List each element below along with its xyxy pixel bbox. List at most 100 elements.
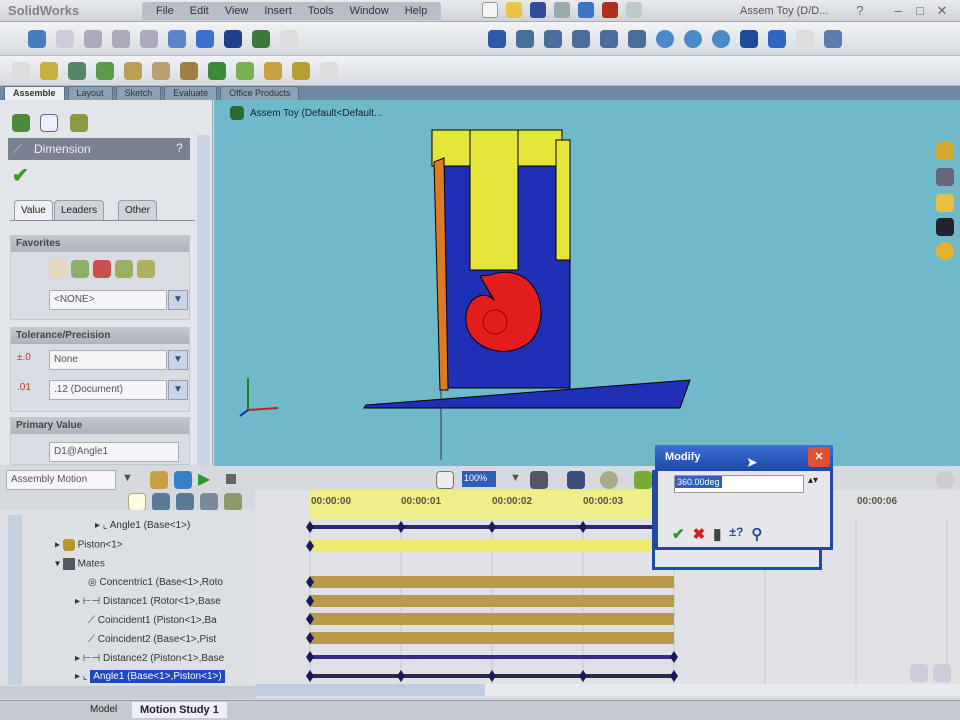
cancel-icon[interactable]: ✖ (693, 525, 706, 543)
chevron-down-icon[interactable]: ▼ (122, 472, 133, 484)
zoom-value-field[interactable]: 100% (462, 471, 496, 487)
tolerance-header[interactable]: Tolerance/Precision (11, 328, 189, 344)
property-manager-icon[interactable] (40, 114, 58, 132)
menu-tools[interactable]: Tools (300, 2, 342, 20)
rotate-icon[interactable] (168, 29, 186, 48)
select-icon[interactable] (28, 29, 46, 48)
view-edges-icon[interactable] (628, 29, 646, 48)
tree-item[interactable]: ▸ ⌞ Angle1 (Base<1>) (95, 520, 190, 531)
playback-speed-icon[interactable] (436, 471, 454, 489)
view-orientation-icon[interactable] (224, 29, 242, 48)
chevron-down-icon[interactable]: ▼ (168, 290, 188, 310)
tree-item[interactable]: ▸ ⊢⊣ Distance2 (Piston<1>,Base (75, 653, 224, 664)
search-icon[interactable] (796, 29, 814, 48)
tab-office-products[interactable]: Office Products (220, 86, 300, 100)
tab-leaders[interactable]: Leaders (54, 200, 105, 220)
smart-fasteners-icon[interactable] (180, 61, 198, 80)
menu-help[interactable]: Help (397, 2, 436, 20)
pm-help-icon[interactable]: ? (176, 141, 183, 155)
chevron-down-icon[interactable]: ▼ (168, 380, 188, 400)
rebuild-icon[interactable]: ▮ (713, 525, 721, 543)
filter-selected-icon[interactable] (176, 493, 194, 511)
reference-geometry-icon[interactable] (236, 61, 254, 80)
appearance-icon[interactable] (768, 29, 786, 48)
measure-icon[interactable] (824, 29, 842, 48)
help-icon[interactable]: ? (852, 3, 868, 19)
minimize-button[interactable]: – (890, 3, 906, 19)
mate-icon[interactable] (40, 61, 58, 80)
pan-icon[interactable] (196, 29, 214, 48)
tree-h-scrollbar[interactable] (0, 686, 255, 699)
view-iso-icon[interactable] (516, 29, 534, 48)
filter-driving-icon[interactable] (152, 493, 170, 511)
animation-wizard-icon[interactable] (600, 471, 618, 489)
shaded-icon[interactable] (656, 29, 674, 48)
rebuild-icon[interactable] (602, 2, 618, 18)
playback-mode-icon[interactable] (530, 471, 548, 489)
close-button[interactable]: ✕ (934, 3, 950, 19)
assembly-features-icon[interactable] (208, 61, 226, 80)
section-view-icon[interactable] (252, 29, 270, 48)
tab-value[interactable]: Value (14, 200, 53, 220)
menu-window[interactable]: Window (342, 2, 397, 20)
solidworks-logo[interactable]: SolidWorks (8, 3, 79, 18)
zoom-area-icon[interactable] (112, 29, 130, 48)
filter-animated-icon[interactable] (128, 493, 146, 511)
zoom-out-icon[interactable] (933, 664, 951, 682)
pattern-icon[interactable] (96, 61, 114, 80)
tolerance-type-select[interactable]: None ▼ (49, 350, 188, 370)
zoom-fit-icon[interactable] (84, 29, 102, 48)
instant3d-icon[interactable] (320, 61, 338, 80)
options-icon[interactable] (626, 2, 642, 18)
tab-layout[interactable]: Layout (67, 86, 113, 100)
close-icon[interactable]: ✕ (808, 447, 830, 467)
design-library-icon[interactable] (936, 142, 954, 160)
pm-scrollbar[interactable] (197, 135, 210, 465)
timeline[interactable]: 00:00:00 00:00:01 00:00:02 00:00:03 00:0… (255, 490, 960, 696)
apply-default-icon[interactable] (49, 260, 67, 278)
zoom-in-icon[interactable] (910, 664, 928, 682)
play-icon[interactable]: ▶ (198, 469, 210, 489)
autokey-icon[interactable] (634, 471, 652, 489)
tab-assemble[interactable]: Assemble (4, 86, 65, 100)
add-favorite-icon[interactable] (71, 260, 89, 278)
delete-favorite-icon[interactable] (93, 260, 111, 278)
insert-component-icon[interactable] (12, 61, 30, 80)
maximize-button[interactable]: □ (912, 3, 928, 19)
chevron-down-icon[interactable]: ▼ (168, 350, 188, 370)
tab-evaluate[interactable]: Evaluate (164, 86, 218, 100)
autofit-icon[interactable] (224, 493, 242, 511)
edit-component-icon[interactable] (68, 61, 86, 80)
primary-value-input[interactable]: D1@Angle1 (49, 442, 179, 462)
filter-results-icon[interactable] (200, 493, 218, 511)
rotate-component-icon[interactable] (152, 61, 170, 80)
move-component-icon[interactable] (124, 61, 142, 80)
zoom-in-out-icon[interactable] (140, 29, 158, 48)
tab-model[interactable]: Model (90, 704, 117, 715)
tab-motion-study-1[interactable]: Motion Study 1 (132, 702, 227, 718)
shadows-icon[interactable] (684, 29, 702, 48)
configuration-manager-icon[interactable] (70, 114, 88, 132)
ok-icon[interactable]: ✔ (672, 525, 685, 543)
tree-item[interactable]: ⟋ Coincident1 (Piston<1>,Ba (88, 615, 217, 626)
realview-icon[interactable] (740, 29, 758, 48)
explode-line-icon[interactable] (292, 61, 310, 80)
view-palette-icon[interactable] (936, 194, 954, 212)
tree-item[interactable]: ◎ Concentric1 (Base<1>,Roto (88, 577, 223, 588)
view-wireframe-icon[interactable] (544, 29, 562, 48)
favorites-select[interactable]: <NONE> ▼ (49, 290, 188, 310)
appearances-icon[interactable] (936, 218, 954, 236)
chevron-down-icon[interactable]: ▼ (510, 472, 521, 484)
perspective-icon[interactable] (712, 29, 730, 48)
undo-icon[interactable] (578, 2, 594, 18)
file-explorer-icon[interactable] (936, 168, 954, 186)
collapse-motion-icon[interactable] (936, 471, 954, 489)
menu-edit[interactable]: Edit (182, 2, 217, 20)
hole-series-icon[interactable] (488, 29, 506, 48)
new-icon[interactable] (482, 2, 498, 18)
save-animation-icon[interactable] (567, 471, 585, 489)
ok-check-icon[interactable]: ✔ (12, 163, 29, 188)
study-type-select[interactable]: Assembly Motion (6, 470, 116, 490)
stop-icon[interactable] (226, 474, 236, 484)
menu-file[interactable]: File (148, 2, 182, 20)
